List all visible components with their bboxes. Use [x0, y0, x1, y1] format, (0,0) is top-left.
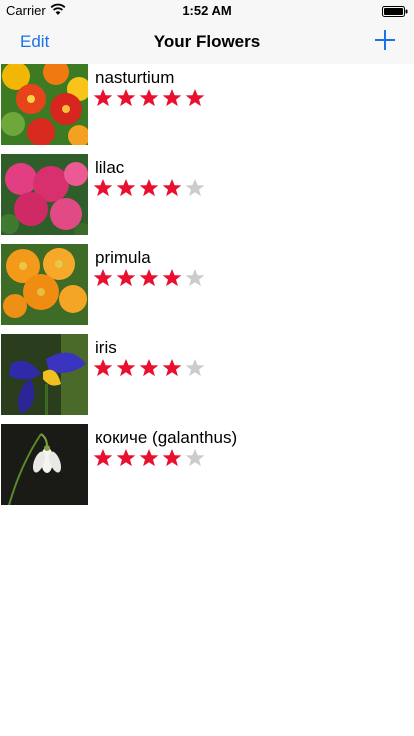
- status-time: 1:52 AM: [182, 3, 232, 18]
- star-filled-icon[interactable]: [93, 88, 113, 108]
- star-filled-icon[interactable]: [93, 268, 113, 288]
- star-filled-icon[interactable]: [139, 88, 159, 108]
- flower-thumbnail: [1, 244, 88, 325]
- flower-thumbnail: [1, 154, 88, 235]
- flower-name: iris: [95, 338, 117, 357]
- flower-name: кокиче (galanthus): [95, 428, 238, 447]
- navigation-bar: Edit Your Flowers: [0, 20, 414, 64]
- star-filled-icon[interactable]: [139, 178, 159, 198]
- star-filled-icon[interactable]: [116, 88, 136, 108]
- flower-row[interactable]: iris: [0, 334, 414, 424]
- add-button[interactable]: [374, 29, 396, 51]
- flower-list: nasturtium lilac primula iris кокиче (ga…: [0, 64, 414, 514]
- star-filled-icon[interactable]: [185, 88, 205, 108]
- star-filled-icon[interactable]: [139, 358, 159, 378]
- star-filled-icon[interactable]: [93, 358, 113, 378]
- status-bar: Carrier 1:52 AM: [0, 0, 414, 20]
- flower-name: primula: [95, 248, 151, 267]
- star-filled-icon[interactable]: [93, 448, 113, 468]
- battery-icon: [382, 5, 408, 17]
- plus-icon: [375, 30, 395, 50]
- flower-name: lilac: [95, 158, 125, 177]
- flower-thumbnail: [1, 334, 88, 415]
- flower-row[interactable]: кокиче (galanthus): [0, 424, 414, 514]
- star-filled-icon[interactable]: [162, 448, 182, 468]
- star-filled-icon[interactable]: [162, 88, 182, 108]
- flower-thumbnail: [1, 64, 88, 145]
- star-filled-icon[interactable]: [116, 268, 136, 288]
- star-filled-icon[interactable]: [162, 178, 182, 198]
- flower-row[interactable]: primula: [0, 244, 414, 334]
- star-empty-icon[interactable]: [185, 178, 205, 198]
- star-filled-icon[interactable]: [116, 178, 136, 198]
- star-filled-icon[interactable]: [116, 358, 136, 378]
- flower-name: nasturtium: [95, 68, 175, 87]
- star-filled-icon[interactable]: [116, 448, 136, 468]
- star-filled-icon[interactable]: [139, 268, 159, 288]
- star-empty-icon[interactable]: [185, 448, 205, 468]
- star-filled-icon[interactable]: [162, 268, 182, 288]
- flower-thumbnail: [1, 424, 88, 505]
- star-empty-icon[interactable]: [185, 358, 205, 378]
- star-filled-icon[interactable]: [162, 358, 182, 378]
- flower-row[interactable]: lilac: [0, 154, 414, 244]
- star-empty-icon[interactable]: [185, 268, 205, 288]
- star-filled-icon[interactable]: [93, 178, 113, 198]
- flower-row[interactable]: nasturtium: [0, 64, 414, 154]
- page-title: Your Flowers: [153, 32, 261, 51]
- star-filled-icon[interactable]: [139, 448, 159, 468]
